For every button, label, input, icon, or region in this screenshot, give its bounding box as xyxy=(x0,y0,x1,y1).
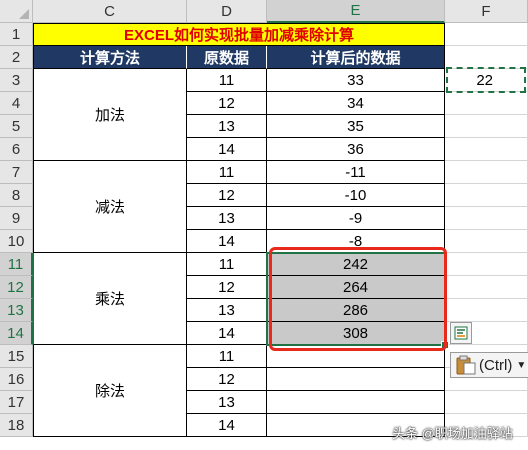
original-value-cell[interactable]: 11 xyxy=(187,69,267,92)
original-value-cell[interactable]: 11 xyxy=(187,161,267,184)
row-header-13[interactable]: 13 xyxy=(0,299,33,322)
cell-f13[interactable] xyxy=(445,299,528,322)
column-header-d[interactable]: D xyxy=(187,0,267,23)
original-value-cell[interactable]: 11 xyxy=(187,253,267,276)
method-cell[interactable]: 除法 xyxy=(33,345,187,437)
result-value-cell[interactable]: 34 xyxy=(267,92,445,115)
cell-f8[interactable] xyxy=(445,184,528,207)
row-header-12[interactable]: 12 xyxy=(0,276,33,299)
column-header-c[interactable]: C xyxy=(33,0,187,23)
original-value-cell[interactable]: 12 xyxy=(187,184,267,207)
cell-f10[interactable] xyxy=(445,230,528,253)
result-value-cell[interactable]: 33 xyxy=(267,69,445,92)
cell-f5[interactable] xyxy=(445,115,528,138)
paste-options-button[interactable]: (Ctrl) ▼ xyxy=(450,352,528,378)
original-value-cell[interactable]: 11 xyxy=(187,345,267,368)
cell-f12[interactable] xyxy=(445,276,528,299)
result-value-cell[interactable]: -9 xyxy=(267,207,445,230)
column-header-e[interactable]: E xyxy=(267,0,445,23)
result-value-cell[interactable]: 308 xyxy=(267,322,445,345)
result-value-cell[interactable]: -10 xyxy=(267,184,445,207)
result-value-cell[interactable]: -11 xyxy=(267,161,445,184)
table-header-original[interactable]: 原数据 xyxy=(187,46,267,69)
cell-f9[interactable] xyxy=(445,207,528,230)
row-header-18[interactable]: 18 xyxy=(0,414,33,437)
cell-f7[interactable] xyxy=(445,161,528,184)
copied-cell-value[interactable]: 22 xyxy=(447,69,525,92)
method-cell[interactable]: 减法 xyxy=(33,161,187,253)
result-value-cell[interactable] xyxy=(267,391,445,414)
row-header-17[interactable]: 17 xyxy=(0,391,33,414)
row-header-14[interactable]: 14 xyxy=(0,322,33,345)
watermark-text: 头条 @职场加油驿站 xyxy=(392,426,513,441)
row-header-7[interactable]: 7 xyxy=(0,161,33,184)
select-all-corner[interactable] xyxy=(0,0,33,23)
row-header-9[interactable]: 9 xyxy=(0,207,33,230)
result-value-cell[interactable]: 35 xyxy=(267,115,445,138)
original-value-cell[interactable]: 13 xyxy=(187,299,267,322)
result-value-cell[interactable] xyxy=(267,368,445,391)
clipboard-icon xyxy=(456,355,476,375)
original-value-cell[interactable]: 12 xyxy=(187,92,267,115)
row-header-11[interactable]: 11 xyxy=(0,253,33,276)
method-cell[interactable]: 乘法 xyxy=(33,253,187,345)
method-cell[interactable]: 加法 xyxy=(33,69,187,161)
result-value-cell[interactable]: -8 xyxy=(267,230,445,253)
row-header-15[interactable]: 15 xyxy=(0,345,33,368)
quick-analysis-button[interactable] xyxy=(450,322,472,344)
original-value-cell[interactable]: 12 xyxy=(187,368,267,391)
row-header-3[interactable]: 3 xyxy=(0,69,33,92)
result-value-cell[interactable]: 36 xyxy=(267,138,445,161)
title-cell[interactable]: EXCEL如何实现批量加减乘除计算 xyxy=(33,23,445,46)
original-value-cell[interactable]: 12 xyxy=(187,276,267,299)
original-value-cell[interactable]: 14 xyxy=(187,138,267,161)
row-header-5[interactable]: 5 xyxy=(0,115,33,138)
cell-f2[interactable] xyxy=(445,46,528,69)
result-value-cell[interactable]: 242 xyxy=(267,253,445,276)
cell-f4[interactable] xyxy=(445,92,528,115)
select-all-triangle-icon xyxy=(19,9,29,19)
original-value-cell[interactable]: 14 xyxy=(187,414,267,437)
spreadsheet-grid[interactable]: C D E F 1 2 3 4 5 6 7 8 9 10 11 12 13 14 15 16 17 18 EXCEL如何实现… xyxy=(0,0,528,450)
result-value-cell[interactable] xyxy=(267,345,445,368)
table-header-result[interactable]: 计算后的数据 xyxy=(267,46,445,69)
original-value-cell[interactable]: 13 xyxy=(187,207,267,230)
column-header-f[interactable]: F xyxy=(445,0,528,23)
original-value-cell[interactable]: 13 xyxy=(187,115,267,138)
original-value-cell[interactable]: 14 xyxy=(187,322,267,345)
cell-f1[interactable] xyxy=(445,23,528,46)
fill-handle[interactable] xyxy=(441,341,449,349)
row-header-10[interactable]: 10 xyxy=(0,230,33,253)
row-header-4[interactable]: 4 xyxy=(0,92,33,115)
row-header-16[interactable]: 16 xyxy=(0,368,33,391)
row-header-2[interactable]: 2 xyxy=(0,46,33,69)
original-value-cell[interactable]: 13 xyxy=(187,391,267,414)
result-value-cell[interactable]: 286 xyxy=(267,299,445,322)
cell-f6[interactable] xyxy=(445,138,528,161)
table-header-method[interactable]: 计算方法 xyxy=(33,46,187,69)
cell-f11[interactable] xyxy=(445,253,528,276)
row-header-8[interactable]: 8 xyxy=(0,184,33,207)
cell-f17[interactable] xyxy=(445,391,528,414)
quick-analysis-icon xyxy=(454,326,468,340)
paste-options-label: (Ctrl) xyxy=(479,356,513,374)
chevron-down-icon: ▼ xyxy=(516,359,527,371)
result-value-cell[interactable]: 264 xyxy=(267,276,445,299)
row-header-1[interactable]: 1 xyxy=(0,23,33,46)
original-value-cell[interactable]: 14 xyxy=(187,230,267,253)
row-header-6[interactable]: 6 xyxy=(0,138,33,161)
